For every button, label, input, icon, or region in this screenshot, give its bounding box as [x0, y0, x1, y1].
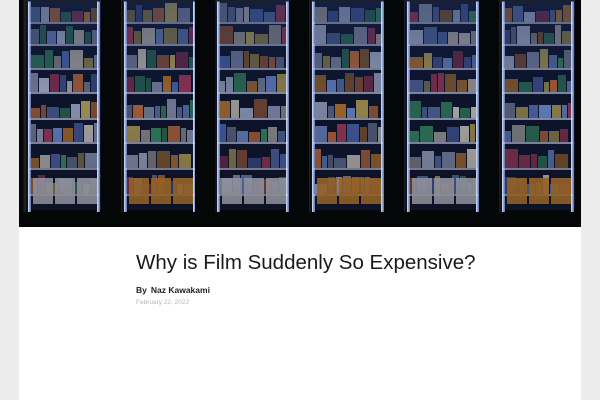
article-title[interactable]: Why is Film Suddenly So Expensive? — [136, 250, 556, 276]
hero-image — [19, 0, 581, 227]
author-name[interactable]: Naz Kawakami — [151, 285, 210, 295]
article-page: Why is Film Suddenly So Expensive? By Naz… — [19, 0, 581, 400]
publish-date: February 22, 2022 — [136, 299, 190, 306]
byline-prefix: By — [136, 285, 147, 295]
byline: By Naz Kawakami — [136, 285, 556, 296]
article-header: Why is Film Suddenly So Expensive? By Naz… — [136, 250, 556, 307]
film-fridge-image — [19, 0, 581, 227]
